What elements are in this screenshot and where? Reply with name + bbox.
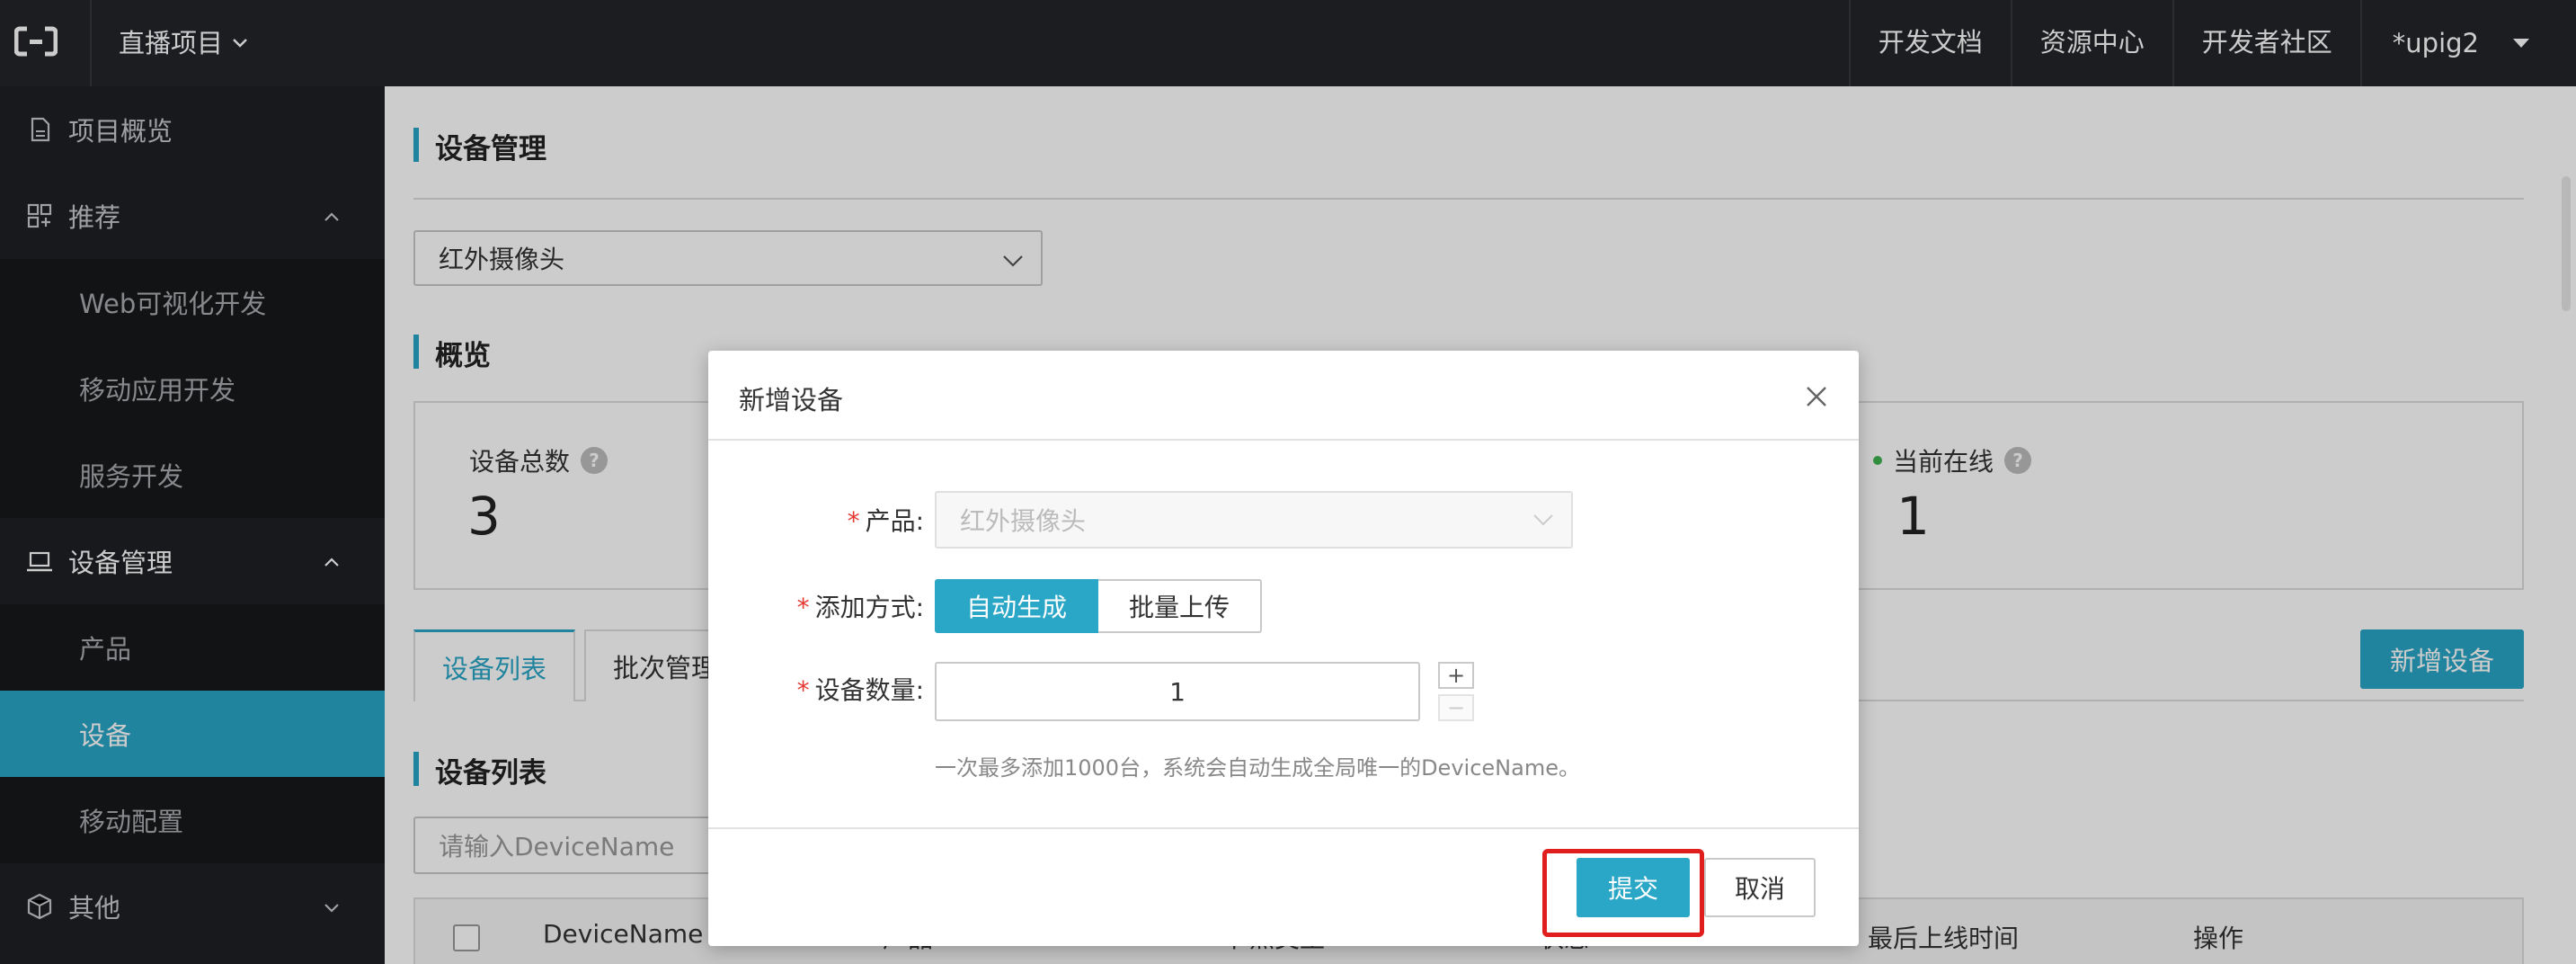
dialog-header: 新增设备 bbox=[708, 351, 1859, 441]
close-icon[interactable] bbox=[1803, 383, 1830, 410]
chevron-down-icon bbox=[1533, 514, 1553, 526]
decrement-button[interactable]: − bbox=[1438, 694, 1474, 721]
method-label: * 添加方式: bbox=[744, 588, 924, 624]
product-field-value: 红外摄像头 bbox=[960, 506, 1087, 536]
required-mark: * bbox=[847, 506, 860, 536]
dialog-title: 新增设备 bbox=[739, 385, 844, 415]
method-label-text: 添加方式: bbox=[814, 593, 924, 622]
required-mark: * bbox=[796, 675, 810, 705]
device-count-input[interactable]: 1 bbox=[935, 662, 1420, 721]
footer-divider bbox=[708, 827, 1859, 829]
increment-button[interactable]: + bbox=[1438, 662, 1474, 689]
method-batch-button[interactable]: 批量上传 bbox=[1098, 579, 1262, 633]
required-mark: * bbox=[796, 593, 810, 622]
count-label: * 设备数量: bbox=[744, 671, 924, 707]
product-label: * 产品: bbox=[834, 502, 924, 538]
product-field: 红外摄像头 bbox=[935, 491, 1573, 549]
count-hint: 一次最多添加1000台，系统会自动生成全局唯一的DeviceName。 bbox=[935, 755, 1580, 781]
cancel-button[interactable]: 取消 bbox=[1704, 858, 1816, 917]
method-auto-button[interactable]: 自动生成 bbox=[935, 579, 1098, 633]
submit-button[interactable]: 提交 bbox=[1577, 858, 1690, 917]
count-label-text: 设备数量: bbox=[814, 675, 924, 705]
product-label-text: 产品: bbox=[865, 506, 924, 536]
add-device-dialog: 新增设备 * 产品: 红外摄像头 * 添加方式: 自动生成 批量上传 * 设备数量: … bbox=[708, 351, 1859, 946]
